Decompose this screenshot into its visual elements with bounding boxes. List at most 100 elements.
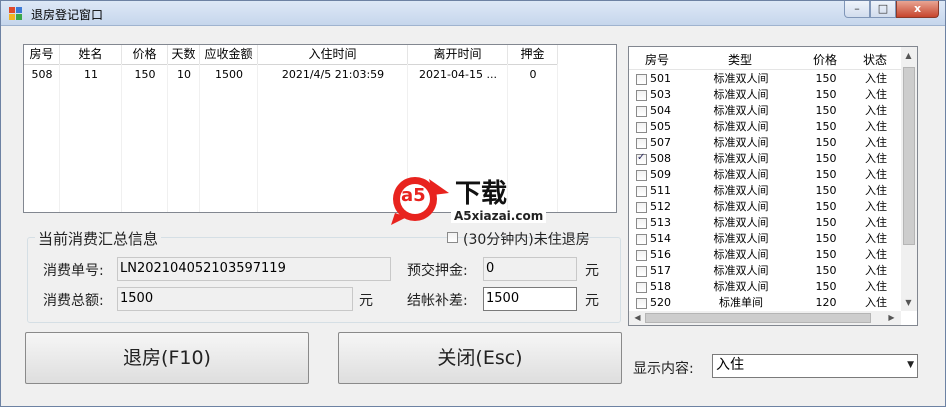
room-checkbox[interactable]: [636, 170, 647, 181]
room-list-item[interactable]: 520 标准单间 120 入住: [630, 295, 900, 311]
room-price: 150: [815, 136, 837, 149]
grid-line: [257, 64, 258, 212]
scroll-left-icon[interactable]: ◀: [631, 311, 644, 324]
room-col-header[interactable]: 类型: [679, 51, 801, 68]
maximize-button[interactable]: □: [870, 1, 896, 18]
room-status: 入住: [865, 232, 887, 245]
room-listview[interactable]: 房号 类型 价格 状态 501 标准双人间 150 入住 503 标准双人间 150 入住 504 标准…: [628, 46, 918, 326]
room-price: 150: [815, 168, 837, 181]
total-field[interactable]: 1500: [117, 287, 353, 311]
room-list-item[interactable]: 508 标准双人间 150 入住: [630, 151, 900, 167]
room-checkbox[interactable]: [636, 218, 647, 229]
room-no: 520: [650, 296, 671, 309]
room-list-item[interactable]: 518 标准双人间 150 入住: [630, 279, 900, 295]
not-stayed-label[interactable]: (30分钟内)未住退房: [463, 229, 590, 249]
room-price: 150: [815, 280, 837, 293]
room-status: 入住: [865, 72, 887, 85]
room-col-header[interactable]: 房号: [637, 51, 677, 68]
room-checkbox[interactable]: [636, 298, 647, 309]
checkout-col-header[interactable]: 房号: [24, 45, 60, 64]
minimize-button[interactable]: –: [844, 1, 870, 18]
app-icon: [9, 7, 22, 20]
title-bar[interactable]: 退房登记窗口 – □ x: [1, 1, 945, 26]
room-list-item[interactable]: 503 标准双人间 150 入住: [630, 87, 900, 103]
room-checkbox[interactable]: [636, 282, 647, 293]
room-type: 标准双人间: [713, 264, 769, 277]
room-list-item[interactable]: 514 标准双人间 150 入住: [630, 231, 900, 247]
room-list-item[interactable]: 512 标准双人间 150 入住: [630, 199, 900, 215]
room-checkbox[interactable]: [636, 234, 647, 245]
scroll-down-icon[interactable]: ▼: [902, 296, 915, 309]
deposit-field[interactable]: 0: [483, 257, 577, 281]
room-list-item[interactable]: 507 标准双人间 150 入住: [630, 135, 900, 151]
checkout-col-header[interactable]: 离开时间: [408, 45, 508, 64]
room-no: 501: [650, 72, 671, 85]
room-col-header[interactable]: 价格: [805, 51, 845, 68]
not-stayed-checkbox[interactable]: [447, 232, 458, 243]
checkout-col-header[interactable]: 姓名: [60, 45, 122, 64]
checkout-col-header[interactable]: 押金: [508, 45, 558, 64]
checkout-list-header: 房号 姓名 价格 天数 应收金额 入住时间 离开时间 押金: [24, 45, 558, 65]
hscroll-thumb[interactable]: [645, 313, 871, 323]
deposit-label: 预交押金:: [407, 263, 468, 279]
maximize-icon: □: [877, 2, 889, 15]
room-type: 标准双人间: [713, 184, 769, 197]
checkout-list-row[interactable]: 508 11 150 10 1500 2021/4/5 21:03:59 2021-04-1…: [24, 67, 558, 83]
grid-line: [167, 64, 168, 212]
room-list-item[interactable]: 511 标准双人间 150 入住: [630, 183, 900, 199]
room-list-item[interactable]: 517 标准双人间 150 入住: [630, 263, 900, 279]
room-list-item[interactable]: 513 标准双人间 150 入住: [630, 215, 900, 231]
room-checkbox[interactable]: [636, 74, 647, 85]
bill-no-field[interactable]: LN202104052103597119: [117, 257, 391, 281]
room-checkbox[interactable]: [636, 186, 647, 197]
scroll-up-icon[interactable]: ▲: [902, 49, 915, 62]
scroll-right-icon[interactable]: ▶: [885, 311, 898, 324]
room-type: 标准双人间: [713, 152, 769, 165]
room-checkbox[interactable]: [636, 152, 647, 165]
checkout-cell: 10: [177, 68, 191, 81]
room-checkbox[interactable]: [636, 202, 647, 213]
checkout-col-header[interactable]: 入住时间: [258, 45, 408, 64]
vscroll-thumb[interactable]: [903, 67, 915, 245]
room-status: 入住: [865, 152, 887, 165]
room-price: 150: [815, 88, 837, 101]
room-status: 入住: [865, 200, 887, 213]
room-no: 507: [650, 136, 671, 149]
room-list-item[interactable]: 504 标准双人间 150 入住: [630, 103, 900, 119]
room-price: 150: [815, 264, 837, 277]
room-col-header[interactable]: 状态: [855, 51, 895, 68]
room-type: 标准双人间: [713, 168, 769, 181]
room-status: 入住: [865, 104, 887, 117]
room-list-item[interactable]: 516 标准双人间 150 入住: [630, 247, 900, 263]
checkout-cell: 11: [84, 68, 98, 81]
room-checkbox[interactable]: [636, 106, 647, 117]
room-status: 入住: [865, 120, 887, 133]
room-price: 150: [815, 216, 837, 229]
room-list-item[interactable]: 509 标准双人间 150 入住: [630, 167, 900, 183]
checkout-button[interactable]: 退房(F10): [25, 332, 309, 384]
room-list-hscrollbar[interactable]: ◀ ▶: [629, 311, 901, 325]
room-status: 入住: [865, 88, 887, 101]
room-checkbox[interactable]: [636, 122, 647, 133]
room-list-vscrollbar[interactable]: ▲ ▼: [901, 47, 917, 311]
room-checkbox[interactable]: [636, 138, 647, 149]
settle-field[interactable]: 1500: [483, 287, 577, 311]
room-list-item[interactable]: 505 标准双人间 150 入住: [630, 119, 900, 135]
room-no: 513: [650, 216, 671, 229]
close-button[interactable]: 关闭(Esc): [338, 332, 622, 384]
room-checkbox[interactable]: [636, 90, 647, 101]
room-price: 150: [815, 72, 837, 85]
room-checkbox[interactable]: [636, 266, 647, 277]
grid-line: [121, 64, 122, 212]
room-list-item[interactable]: 501 标准双人间 150 入住: [630, 71, 900, 87]
checkout-col-header[interactable]: 应收金额: [200, 45, 258, 64]
room-no: 516: [650, 248, 671, 261]
room-checkbox[interactable]: [636, 250, 647, 261]
filter-select[interactable]: 入住 ▼: [712, 354, 918, 378]
checkout-cell: 2021-04-15 ...: [419, 68, 497, 81]
checkout-col-header[interactable]: 价格: [122, 45, 168, 64]
checkout-cell: 508: [31, 68, 53, 81]
checkout-col-header[interactable]: 天数: [168, 45, 200, 64]
close-window-button[interactable]: x: [896, 1, 939, 18]
room-type: 标准双人间: [713, 216, 769, 229]
